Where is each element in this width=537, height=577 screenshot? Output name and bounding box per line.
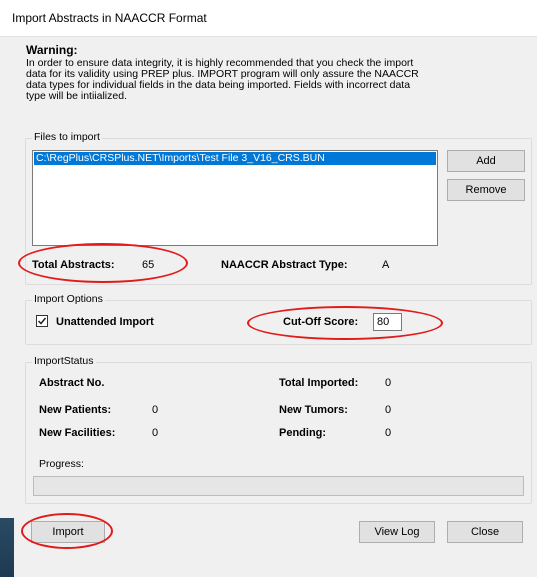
warning-line: type will be intiialized. (26, 90, 127, 102)
total-imported-value: 0 (385, 377, 392, 389)
progress-bar (33, 476, 524, 496)
files-to-import-group: Files to import C:\RegPlus\CRSPlus.NET\I… (25, 131, 532, 285)
remove-button[interactable]: Remove (447, 179, 525, 201)
close-button[interactable]: Close (447, 521, 523, 543)
abstract-no-label: Abstract No. (39, 377, 105, 389)
checkmark-icon (37, 317, 47, 325)
progress-label: Progress: (39, 458, 84, 470)
unattended-import-checkbox[interactable] (36, 315, 48, 327)
new-tumors-label: New Tumors: (279, 404, 348, 416)
total-abstracts-label: Total Abstracts: (32, 259, 115, 271)
pending-label: Pending: (279, 427, 327, 439)
abstract-type-label: NAACCR Abstract Type: (221, 259, 348, 271)
cutoff-score-label: Cut-Off Score: (283, 316, 359, 328)
file-list-item[interactable]: C:\RegPlus\CRSPlus.NET\Imports\Test File… (34, 152, 436, 165)
import-options-group: Import Options Unattended Import Cut-Off… (25, 293, 532, 345)
new-tumors-value: 0 (385, 404, 392, 416)
cutoff-score-input[interactable]: 80 (373, 313, 402, 331)
title-bar: Import Abstracts in NAACCR Format (0, 0, 537, 37)
new-patients-label: New Patients: (39, 404, 112, 416)
new-patients-value: 0 (152, 404, 159, 416)
pending-value: 0 (385, 427, 392, 439)
total-imported-label: Total Imported: (279, 377, 359, 389)
options-group-label: Import Options (32, 293, 105, 305)
import-status-group: ImportStatus Abstract No. Total Imported… (25, 355, 532, 504)
file-list[interactable]: C:\RegPlus\CRSPlus.NET\Imports\Test File… (32, 150, 438, 246)
add-button[interactable]: Add (447, 150, 525, 172)
view-log-button[interactable]: View Log (359, 521, 435, 543)
import-abstracts-dialog: Import Abstracts in NAACCR Format Warnin… (0, 0, 537, 577)
warning-heading: Warning: (26, 43, 78, 57)
files-group-label: Files to import (32, 131, 102, 143)
abstract-type-value: A (382, 259, 390, 271)
status-group-label: ImportStatus (32, 355, 96, 367)
new-facilities-value: 0 (152, 427, 159, 439)
new-facilities-label: New Facilities: (39, 427, 116, 439)
window-title: Import Abstracts in NAACCR Format (12, 11, 207, 25)
total-abstracts-value: 65 (142, 259, 155, 271)
unattended-import-label[interactable]: Unattended Import (56, 316, 154, 328)
import-button[interactable]: Import (31, 521, 105, 543)
warning-message: Warning: In order to ensure data integri… (26, 44, 496, 102)
background-window-edge (0, 518, 14, 577)
